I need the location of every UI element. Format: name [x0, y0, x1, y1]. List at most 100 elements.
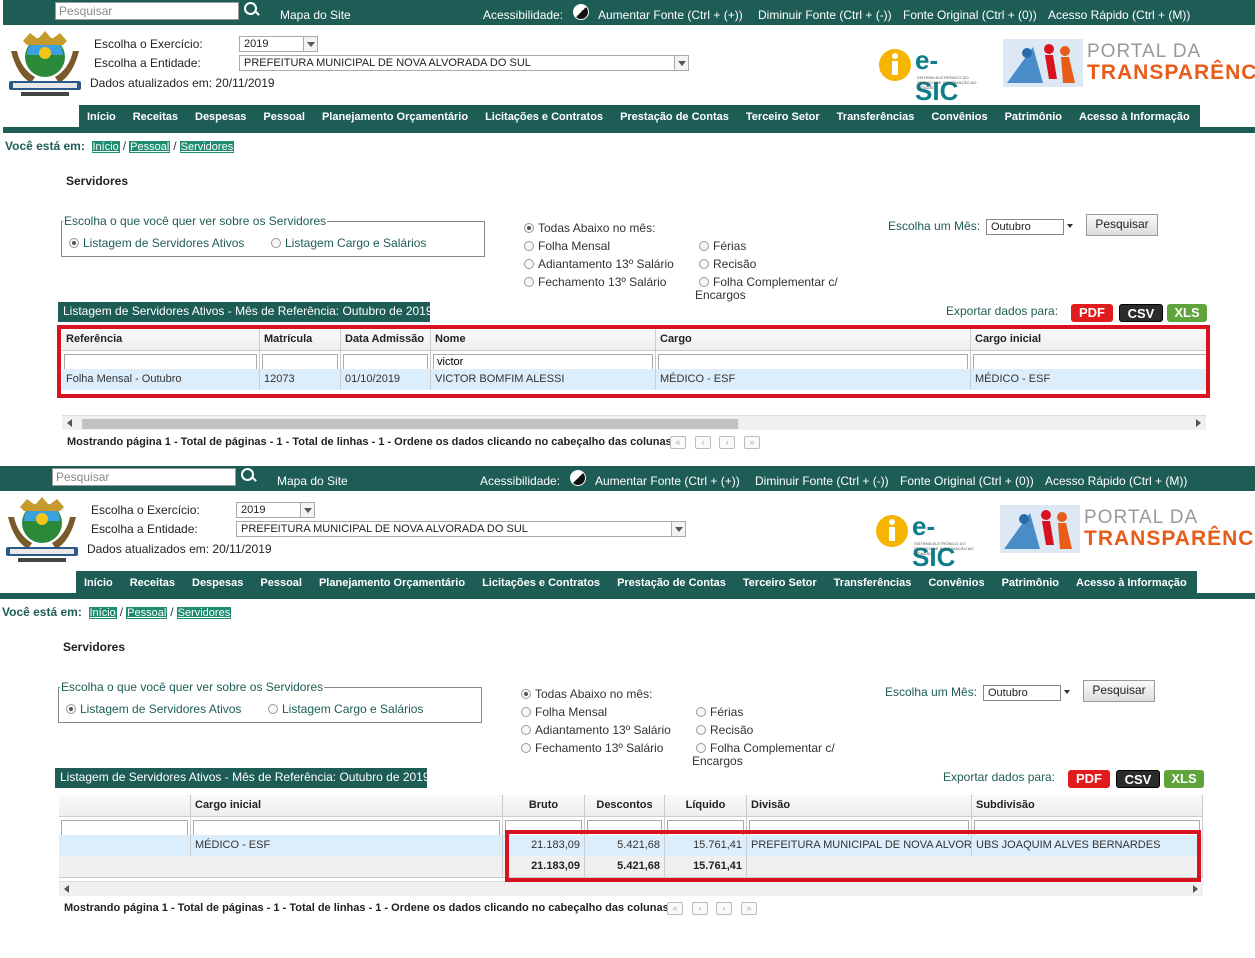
prev-page-button[interactable]: ‹: [692, 902, 708, 915]
chevron-down-icon[interactable]: [1064, 690, 1070, 694]
search-icon[interactable]: [243, 1, 261, 19]
transparency-portal-logo[interactable]: PORTAL DA TRANSPARÊNCIA: [1000, 505, 1255, 555]
nav-item-10[interactable]: Patrimônio: [1005, 111, 1062, 123]
nav-item-11[interactable]: Acesso à Informação: [1079, 111, 1190, 123]
contrast-icon[interactable]: [570, 470, 586, 486]
radio-advance-13[interactable]: Adiantamento 13º Salário: [521, 723, 671, 737]
chevron-down-icon[interactable]: [671, 522, 685, 536]
decrease-font-link[interactable]: Diminuir Fonte (Ctrl + (-)): [758, 8, 892, 22]
nav-item-2[interactable]: Despesas: [195, 111, 246, 123]
nav-item-7[interactable]: Terceiro Setor: [743, 577, 817, 589]
nav-item-10[interactable]: Patrimônio: [1002, 577, 1059, 589]
scroll-left-icon[interactable]: [64, 885, 69, 893]
breadcrumb-inicio[interactable]: Início: [88, 607, 117, 619]
radio-complementary[interactable]: Folha Complementar c/: [699, 275, 838, 289]
esic-logo[interactable]: e-SIC SISTEMA ELETRÔNICO DO SERVIÇO DE I…: [877, 43, 981, 106]
filter-cargo-inicial[interactable]: [193, 820, 500, 836]
exercise-select[interactable]: 2019: [239, 36, 318, 52]
esic-logo[interactable]: e-SIC SISTEMA ELETRÔNICO DO SERVIÇO DE I…: [874, 509, 978, 572]
nav-item-1[interactable]: Receitas: [133, 111, 178, 123]
breadcrumb-servidores[interactable]: Servidores: [179, 141, 235, 153]
month-select[interactable]: Outubro: [983, 685, 1061, 701]
scroll-left-icon[interactable]: [67, 419, 72, 427]
nav-item-0[interactable]: Início: [87, 111, 116, 123]
nav-item-4[interactable]: Planejamento Orçamentário: [319, 577, 465, 589]
col-subdivisao[interactable]: Subdivisão: [972, 795, 1203, 817]
search-input[interactable]: Pesquisar: [55, 2, 239, 20]
filter-partial[interactable]: [61, 820, 188, 836]
quick-access-link[interactable]: Acesso Rápido (Ctrl + (M)): [1048, 8, 1190, 22]
export-pdf-button[interactable]: PDF: [1068, 770, 1110, 788]
original-font-link[interactable]: Fonte Original (Ctrl + (0)): [903, 8, 1037, 22]
nav-item-2[interactable]: Despesas: [192, 577, 243, 589]
col-cargo-inicial[interactable]: Cargo inicial: [191, 795, 503, 817]
nav-item-3[interactable]: Pessoal: [263, 111, 305, 123]
radio-advance-13[interactable]: Adiantamento 13º Salário: [524, 257, 674, 271]
increase-font-link[interactable]: Aumentar Fonte (Ctrl + (+)): [598, 8, 743, 22]
nav-item-3[interactable]: Pessoal: [260, 577, 302, 589]
radio-active-servants[interactable]: Listagem de Servidores Ativos: [66, 702, 241, 716]
radio-complementary[interactable]: Folha Complementar c/: [696, 741, 835, 755]
horizontal-scrollbar[interactable]: [62, 415, 1206, 430]
export-xls-button[interactable]: XLS: [1167, 304, 1207, 322]
radio-termination[interactable]: Recisão: [699, 257, 756, 271]
scroll-thumb[interactable]: [82, 419, 738, 429]
search-button[interactable]: Pesquisar: [1083, 680, 1155, 702]
radio-all-month[interactable]: Todas Abaixo no mês:: [521, 687, 652, 701]
nav-item-6[interactable]: Prestação de Contas: [620, 111, 729, 123]
search-input[interactable]: Pesquisar: [52, 468, 236, 486]
nav-item-9[interactable]: Convênios: [928, 577, 984, 589]
nav-item-0[interactable]: Início: [84, 577, 113, 589]
breadcrumb-pessoal[interactable]: Pessoal: [129, 141, 171, 153]
radio-vacation[interactable]: Férias: [699, 239, 746, 253]
radio-closing-13[interactable]: Fechamento 13º Salário: [521, 741, 663, 755]
breadcrumb-servidores[interactable]: Servidores: [176, 607, 232, 619]
nav-item-9[interactable]: Convênios: [931, 111, 987, 123]
col-bruto[interactable]: Bruto: [503, 795, 585, 817]
quick-access-link[interactable]: Acesso Rápido (Ctrl + (M)): [1045, 474, 1187, 488]
nav-item-8[interactable]: Transferências: [834, 577, 912, 589]
exercise-select[interactable]: 2019: [236, 502, 315, 518]
export-pdf-button[interactable]: PDF: [1071, 304, 1113, 322]
breadcrumb-inicio[interactable]: Início: [91, 141, 120, 153]
col-liquido[interactable]: Líquido: [665, 795, 747, 817]
col-descontos[interactable]: Descontos: [585, 795, 665, 817]
last-page-button[interactable]: »: [741, 902, 757, 915]
radio-monthly[interactable]: Folha Mensal: [521, 705, 607, 719]
col-partial[interactable]: [59, 795, 191, 817]
chevron-down-icon[interactable]: [300, 503, 314, 517]
chevron-down-icon[interactable]: [1067, 224, 1073, 228]
prev-page-button[interactable]: ‹: [695, 436, 711, 449]
nav-item-5[interactable]: Licitações e Contratos: [485, 111, 603, 123]
chevron-down-icon[interactable]: [303, 37, 317, 51]
month-select[interactable]: Outubro: [986, 219, 1064, 235]
search-button[interactable]: Pesquisar: [1086, 214, 1158, 236]
transparency-portal-logo[interactable]: PORTAL DA TRANSPARÊNCIA: [1003, 39, 1255, 89]
radio-positions-salaries[interactable]: Listagem Cargo e Salários: [268, 702, 423, 716]
original-font-link[interactable]: Fonte Original (Ctrl + (0)): [900, 474, 1034, 488]
last-page-button[interactable]: »: [744, 436, 760, 449]
contrast-icon[interactable]: [573, 4, 589, 20]
radio-vacation[interactable]: Férias: [696, 705, 743, 719]
radio-active-servants[interactable]: Listagem de Servidores Ativos: [69, 236, 244, 250]
nav-item-4[interactable]: Planejamento Orçamentário: [322, 111, 468, 123]
nav-item-5[interactable]: Licitações e Contratos: [482, 577, 600, 589]
radio-monthly[interactable]: Folha Mensal: [524, 239, 610, 253]
nav-item-7[interactable]: Terceiro Setor: [746, 111, 820, 123]
nav-item-6[interactable]: Prestação de Contas: [617, 577, 726, 589]
decrease-font-link[interactable]: Diminuir Fonte (Ctrl + (-)): [755, 474, 889, 488]
radio-positions-salaries[interactable]: Listagem Cargo e Salários: [271, 236, 426, 250]
nav-item-11[interactable]: Acesso à Informação: [1076, 577, 1187, 589]
first-page-button[interactable]: «: [667, 902, 683, 915]
nav-item-8[interactable]: Transferências: [837, 111, 915, 123]
export-csv-button[interactable]: CSV: [1119, 304, 1163, 322]
scroll-right-icon[interactable]: [1193, 885, 1198, 893]
radio-closing-13[interactable]: Fechamento 13º Salário: [524, 275, 666, 289]
breadcrumb-pessoal[interactable]: Pessoal: [126, 607, 168, 619]
radio-all-month[interactable]: Todas Abaixo no mês:: [524, 221, 655, 235]
scroll-right-icon[interactable]: [1196, 419, 1201, 427]
nav-item-1[interactable]: Receitas: [130, 577, 175, 589]
radio-termination[interactable]: Recisão: [696, 723, 753, 737]
increase-font-link[interactable]: Aumentar Fonte (Ctrl + (+)): [595, 474, 740, 488]
horizontal-scrollbar[interactable]: [59, 881, 1203, 896]
